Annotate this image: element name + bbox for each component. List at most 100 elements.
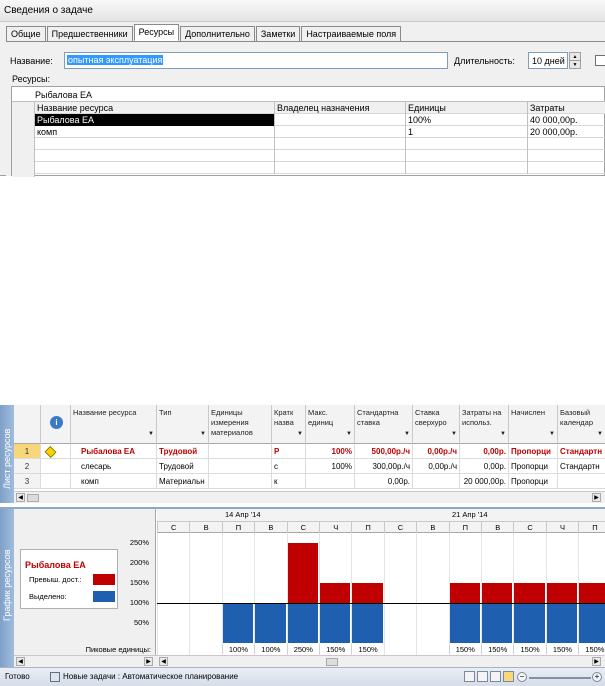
tab-advanced[interactable]: Дополнительно: [180, 26, 255, 41]
tab-custom-fields[interactable]: Настраиваемые поля: [301, 26, 402, 41]
col-max-units[interactable]: Макс. единиц ▼: [306, 405, 355, 444]
dropdown-icon[interactable]: ▼: [297, 429, 303, 439]
allocated-bar[interactable]: [482, 603, 513, 643]
cell-std-rate[interactable]: 500,00р./ч: [355, 444, 413, 459]
cell-base-calendar[interactable]: [558, 474, 605, 489]
scroll-thumb[interactable]: [27, 494, 39, 502]
grid-row-empty[interactable]: [35, 138, 605, 150]
cell-material-label[interactable]: [209, 474, 272, 489]
graph-horizontal-scrollbar[interactable]: ◀ ▶ ◀ ▶: [14, 655, 605, 667]
sheet-horizontal-scrollbar[interactable]: ◀ ▶: [14, 491, 605, 503]
col-std-rate[interactable]: Стандартна ставка ▼: [355, 405, 413, 444]
dropdown-icon[interactable]: ▼: [404, 429, 410, 439]
overallocated-bar[interactable]: [320, 583, 351, 603]
spin-down-icon[interactable]: ▼: [570, 61, 580, 69]
col-owner[interactable]: Владелец назначения: [275, 102, 406, 114]
row-number[interactable]: 3: [14, 474, 41, 489]
cell-max-units[interactable]: 100%: [306, 444, 355, 459]
dropdown-icon[interactable]: ▼: [500, 429, 506, 439]
allocated-bar[interactable]: [320, 603, 351, 643]
scroll-left-icon[interactable]: ◀: [159, 657, 168, 666]
tab-notes[interactable]: Заметки: [255, 26, 301, 41]
overallocated-bar[interactable]: [514, 583, 545, 603]
cell-base-calendar[interactable]: Стандартн: [558, 459, 605, 474]
dropdown-icon[interactable]: ▼: [451, 429, 457, 439]
overallocation-warning-icon[interactable]: [44, 446, 57, 458]
col-ovt-rate[interactable]: Ставка сверхуро ▼: [413, 405, 460, 444]
cell-resource-name[interactable]: комп: [71, 474, 157, 489]
cell-max-units[interactable]: [306, 474, 355, 489]
tab-predecessors[interactable]: Предшественники: [46, 26, 133, 41]
cell-ovt-rate[interactable]: 0,00р./ч: [413, 444, 460, 459]
cell-owner[interactable]: [275, 126, 406, 138]
col-indicators[interactable]: i: [41, 405, 71, 444]
tab-resources[interactable]: Ресурсы: [133, 24, 180, 41]
grid-row-empty[interactable]: [35, 162, 605, 174]
cell-ovt-rate[interactable]: [413, 474, 460, 489]
cell-owner[interactable]: [275, 114, 406, 126]
row-number[interactable]: 1: [14, 444, 41, 459]
col-type[interactable]: Тип ▼: [157, 405, 209, 444]
zoom-out-icon[interactable]: −: [517, 672, 527, 682]
col-accrue[interactable]: Начислен ▼: [509, 405, 558, 444]
dropdown-icon[interactable]: ▼: [148, 429, 154, 439]
allocated-bar[interactable]: [255, 603, 286, 643]
cell-type[interactable]: Трудовой: [157, 459, 209, 474]
scroll-right-icon[interactable]: ▶: [592, 657, 601, 666]
estimated-checkbox[interactable]: [595, 55, 605, 66]
cell-accrue[interactable]: Пропорци: [509, 444, 558, 459]
col-cost-per-use[interactable]: Затраты на использ. ▼: [460, 405, 509, 444]
overallocated-bar[interactable]: [352, 583, 383, 603]
grid-row[interactable]: комп 1 20 000,00р.: [35, 126, 605, 138]
scroll-left-icon[interactable]: ◀: [16, 657, 25, 666]
cell-units[interactable]: 1: [406, 126, 528, 138]
indicator-cell[interactable]: [41, 474, 71, 489]
col-cost[interactable]: Затраты: [528, 102, 605, 114]
overallocated-bar[interactable]: [449, 583, 480, 603]
col-base-calendar[interactable]: Базовый календар ▼: [558, 405, 605, 444]
select-all-corner[interactable]: [14, 405, 41, 444]
cell-std-rate[interactable]: 0,00р.: [355, 474, 413, 489]
dropdown-icon[interactable]: ▼: [346, 429, 352, 439]
cell-max-units[interactable]: 100%: [306, 459, 355, 474]
cell-type[interactable]: Трудовой: [157, 444, 209, 459]
allocated-bar[interactable]: [222, 603, 254, 643]
overallocated-bar[interactable]: [482, 583, 513, 603]
cell-cost-per-use[interactable]: 0,00р.: [460, 444, 509, 459]
col-resource-name[interactable]: Название ресурса: [35, 102, 275, 114]
dropdown-icon[interactable]: ▼: [549, 429, 555, 439]
grid-edit-bar[interactable]: Рыбалова ЕА: [12, 87, 605, 102]
grid-row[interactable]: Рыбалова ЕА 100% 40 000,00р.: [35, 114, 605, 126]
overallocated-bar[interactable]: [287, 543, 318, 603]
new-tasks-icon[interactable]: [50, 672, 60, 682]
zoom-in-icon[interactable]: +: [592, 672, 602, 682]
cell-resource-name[interactable]: Рыбалова ЕА: [71, 444, 157, 459]
cell-accrue[interactable]: Пропорци: [509, 459, 558, 474]
col-resource-name[interactable]: Название ресурса ▼: [71, 405, 157, 444]
scroll-right-icon[interactable]: ▶: [144, 657, 153, 666]
cell-ovt-rate[interactable]: 0,00р./ч: [413, 459, 460, 474]
overallocated-bar[interactable]: [579, 583, 605, 603]
view-team-planner-icon[interactable]: [490, 671, 501, 682]
row-number[interactable]: 2: [14, 459, 41, 474]
cell-resource-name[interactable]: Рыбалова ЕА: [35, 114, 275, 126]
cell-resource-name[interactable]: комп: [35, 126, 275, 138]
cell-std-rate[interactable]: 300,00р./ч: [355, 459, 413, 474]
cell-cost[interactable]: 40 000,00р.: [528, 114, 605, 126]
scroll-left-icon[interactable]: ◀: [16, 493, 25, 502]
tab-general[interactable]: Общие: [6, 26, 46, 41]
overallocated-bar[interactable]: [546, 583, 578, 603]
cell-cost-per-use[interactable]: 0,00р.: [460, 459, 509, 474]
allocated-bar[interactable]: [287, 603, 318, 643]
col-units[interactable]: Единицы: [406, 102, 528, 114]
view-gantt-icon[interactable]: [464, 671, 475, 682]
allocated-bar[interactable]: [514, 603, 545, 643]
cell-resource-name[interactable]: слесарь: [71, 459, 157, 474]
scroll-thumb[interactable]: [326, 658, 338, 666]
allocated-bar[interactable]: [352, 603, 383, 643]
cell-initials[interactable]: Р: [272, 444, 306, 459]
name-input[interactable]: опытная эксплуатация: [64, 52, 448, 69]
col-initials[interactable]: Кратк назва ▼: [272, 405, 306, 444]
allocated-bar[interactable]: [546, 603, 578, 643]
cell-units[interactable]: 100%: [406, 114, 528, 126]
